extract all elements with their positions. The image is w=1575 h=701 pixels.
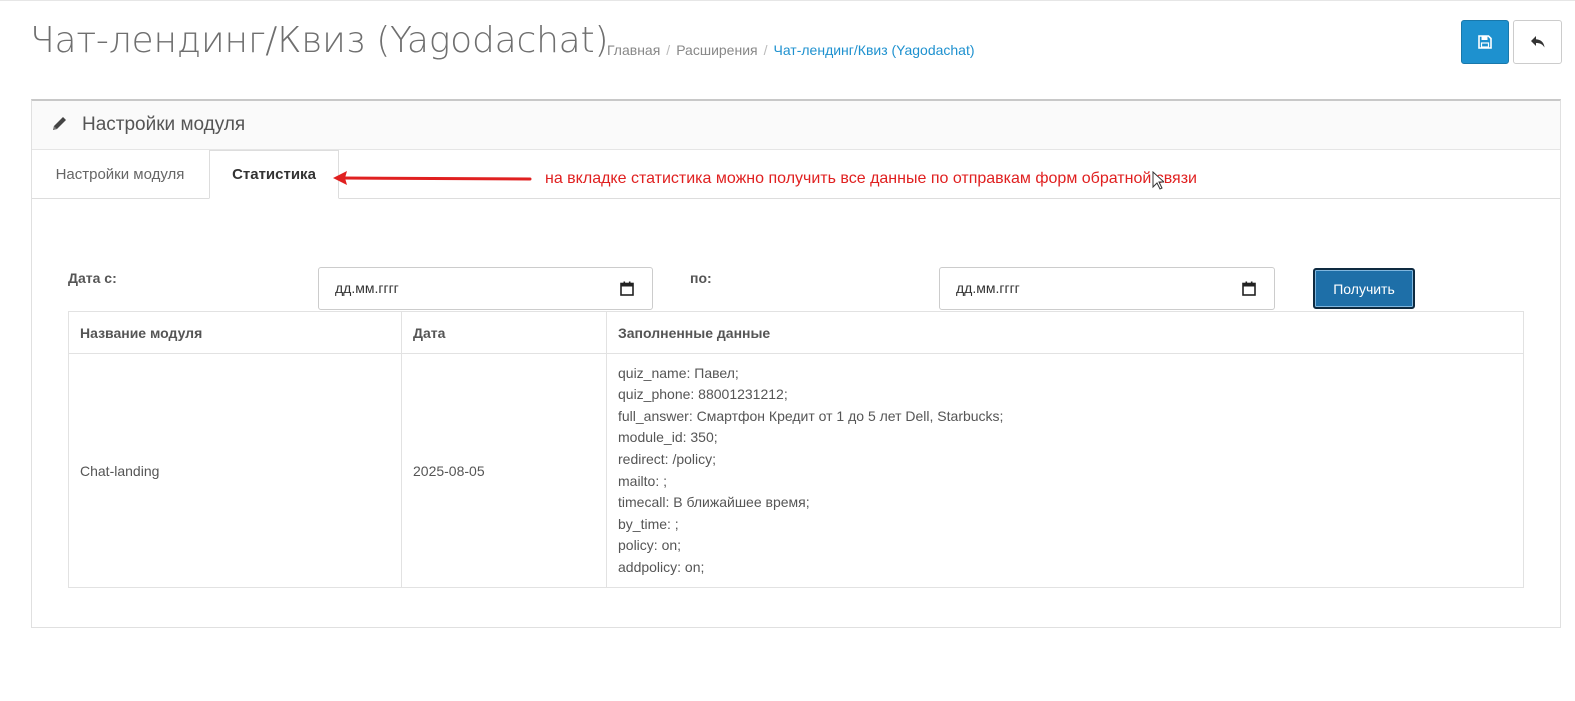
data-line: full_answer: Смартфон Кредит от 1 до 5 л…: [618, 407, 1004, 424]
data-line: addpolicy: on;: [618, 558, 705, 575]
page-title: Чат-лендинг/Квиз (Yagodachat): [30, 20, 609, 61]
data-line: by_time: ;: [618, 515, 679, 532]
top-border: [0, 0, 1575, 1]
panel-title: Настройки модуля: [82, 114, 246, 135]
annotation-arrow: [333, 171, 532, 185]
data-line: policy: on;: [618, 537, 682, 554]
column-header-date: Дата: [401, 311, 607, 354]
statistics-table: Название модуля Дата Заполненные данные …: [68, 311, 1524, 588]
breadcrumb-extensions[interactable]: Расширения: [676, 42, 757, 58]
date-to-placeholder: дд.мм.гггг: [956, 280, 1020, 296]
date-to-label: по:: [690, 270, 712, 286]
breadcrumb-home[interactable]: Главная: [607, 42, 660, 58]
mouse-cursor-icon: [1152, 171, 1164, 190]
calendar-icon[interactable]: [620, 281, 634, 296]
data-line: quiz_name: Павел;: [618, 364, 739, 381]
back-button[interactable]: [1513, 20, 1562, 64]
tab-module-settings[interactable]: Настройки модуля: [32, 150, 208, 198]
date-from-input[interactable]: дд.мм.гггг: [318, 267, 653, 310]
data-line: mailto: ;: [618, 472, 668, 489]
annotation-text: на вкладке статистика можно получить все…: [545, 170, 1197, 187]
filled-data-lines: quiz_name: Павел; quiz_phone: 8800123121…: [618, 363, 1512, 579]
panel-heading: Настройки модуля: [32, 101, 1560, 150]
get-button[interactable]: Получить: [1313, 268, 1415, 309]
table-row: Chat-landing 2025-08-05 quiz_name: Павел…: [68, 353, 1524, 588]
date-from-placeholder: дд.мм.гггг: [335, 280, 399, 296]
pencil-icon: [53, 117, 66, 130]
breadcrumb: Главная / Расширения / Чат-лендинг/Квиз (Yag…: [607, 42, 975, 58]
floppy-disk-icon: [1478, 35, 1492, 49]
date-to-input[interactable]: дд.мм.гггг: [939, 267, 1275, 310]
tab-statistics[interactable]: Статистика: [209, 150, 339, 199]
cell-module-name: Chat-landing: [68, 353, 402, 588]
data-line: quiz_phone: 88001231212;: [618, 386, 788, 403]
table-header-row: Название модуля Дата Заполненные данные: [68, 311, 1524, 354]
cell-date: 2025-08-05: [401, 353, 607, 588]
calendar-icon[interactable]: [1242, 281, 1256, 296]
column-header-module: Название модуля: [68, 311, 402, 354]
reply-arrow-icon: [1530, 36, 1544, 48]
data-line: timecall: В ближайшее время;: [618, 494, 810, 511]
cell-filled-data: quiz_name: Павел; quiz_phone: 8800123121…: [606, 353, 1524, 588]
data-line: module_id: 350;: [618, 429, 718, 446]
column-header-data: Заполненные данные: [606, 311, 1524, 354]
save-button[interactable]: [1461, 20, 1509, 64]
breadcrumb-current[interactable]: Чат-лендинг/Квиз (Yagodachat): [774, 42, 975, 58]
date-from-label: Дата с:: [68, 270, 117, 286]
data-line: redirect: /policy;: [618, 450, 717, 467]
